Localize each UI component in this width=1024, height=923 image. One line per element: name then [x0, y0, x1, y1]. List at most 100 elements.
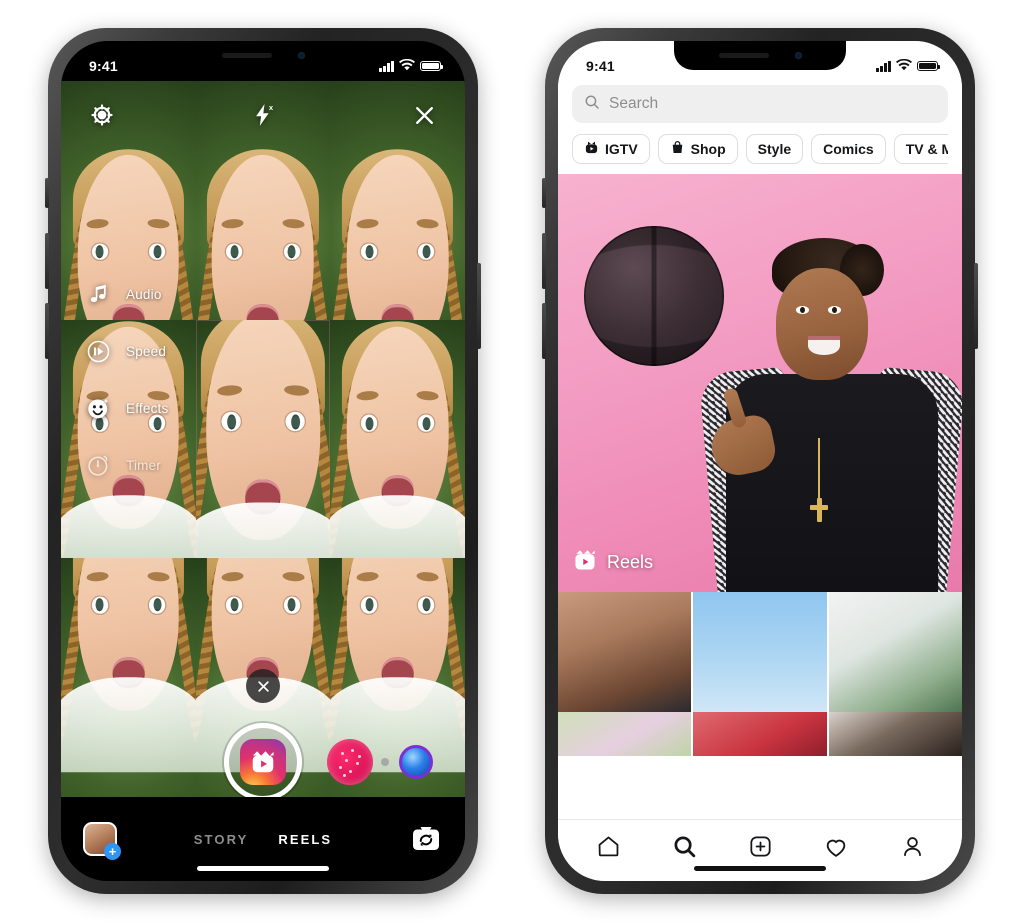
status-time: 9:41 [89, 58, 118, 74]
shopping-bag-icon [670, 140, 685, 158]
chip-igtv[interactable]: IGTV [572, 134, 650, 164]
chip-label: Shop [690, 141, 726, 157]
flash-off-icon[interactable]: x [248, 100, 278, 130]
earpiece-speaker [221, 53, 272, 58]
speed-icon [83, 336, 113, 366]
battery-icon [420, 60, 444, 72]
tool-label-timer: Timer [126, 457, 161, 473]
tool-label-speed: Speed [126, 343, 167, 359]
grid-thumb-flowers[interactable] [558, 712, 692, 756]
igtv-icon [584, 140, 599, 158]
phone-left-screen: x Audio Speed Effects Timer + STORY REEL… [61, 41, 465, 881]
volume-up-button[interactable] [542, 233, 546, 289]
earpiece-speaker [718, 53, 769, 58]
search-icon [584, 94, 600, 115]
hearts-effect-thumbnail[interactable] [327, 739, 373, 785]
tool-label-audio: Audio [126, 286, 162, 302]
reels-badge-label: Reels [607, 552, 654, 572]
chip-tv-and-movies[interactable]: TV & Movie [893, 134, 948, 164]
mode-tab-reels[interactable]: REELS [278, 832, 332, 847]
explore-featured-reel[interactable]: Reels [558, 174, 962, 592]
orb-effect-thumbnail[interactable] [399, 745, 433, 779]
nav-home[interactable] [593, 832, 623, 862]
search-input[interactable]: Search [572, 85, 948, 123]
person-graphic [698, 232, 962, 592]
explore-grid-row-2 [558, 712, 962, 756]
grid-thumb-glitter-hand[interactable] [693, 592, 827, 712]
gallery-add-badge: + [104, 843, 121, 860]
status-indicators [876, 58, 941, 74]
mute-switch[interactable] [542, 178, 546, 208]
mute-switch[interactable] [45, 178, 49, 208]
reels-camera-screen: x Audio Speed Effects Timer + STORY REEL… [61, 41, 465, 881]
tool-audio[interactable]: Audio [83, 279, 168, 309]
gallery-thumbnail[interactable]: + [83, 822, 121, 860]
nav-create[interactable] [745, 832, 775, 862]
chip-shop[interactable]: Shop [657, 134, 738, 164]
mode-tab-story[interactable]: STORY [194, 832, 249, 847]
front-camera-dot [297, 52, 305, 59]
screenshot-stage: x Audio Speed Effects Timer + STORY REEL… [0, 0, 1024, 923]
volume-up-button[interactable] [45, 233, 49, 289]
reels-clapper-icon [572, 547, 598, 578]
effect-carousel-pip [381, 758, 389, 766]
battery-icon [917, 60, 941, 72]
device-notch [177, 41, 349, 70]
phone-left-reels-camera: x Audio Speed Effects Timer + STORY REEL… [45, 28, 481, 894]
nav-profile[interactable] [897, 832, 927, 862]
smiley-sparkle-icon [83, 393, 113, 423]
tool-label-effects: Effects [126, 400, 169, 416]
grid-thumb-red-fabric[interactable] [693, 712, 827, 756]
explore-screen: Search IGTV Shop Style Comics TV & M Ree… [558, 41, 962, 881]
reels-capture-button[interactable] [224, 723, 302, 801]
timer-icon [83, 450, 113, 480]
power-button[interactable] [477, 263, 481, 349]
basketball-graphic [584, 226, 724, 366]
chip-label: IGTV [605, 141, 638, 157]
shutter-and-effects-row [61, 719, 465, 805]
tool-timer[interactable]: Timer [83, 450, 168, 480]
phone-right-explore: Search IGTV Shop Style Comics TV & M Ree… [542, 28, 978, 894]
svg-text:x: x [269, 103, 274, 112]
chip-style[interactable]: Style [745, 134, 804, 164]
reels-badge: Reels [572, 547, 653, 578]
status-time: 9:41 [586, 58, 615, 74]
power-button[interactable] [974, 263, 978, 349]
settings-gear-icon[interactable] [87, 100, 117, 130]
chip-label: TV & Movie [905, 141, 948, 157]
chip-comics[interactable]: Comics [811, 134, 886, 164]
grid-thumb-dark-portrait[interactable] [828, 712, 962, 756]
phone-right-screen: Search IGTV Shop Style Comics TV & M Ree… [558, 41, 962, 881]
chip-label: Comics [823, 141, 874, 157]
grid-thumb-people-desk[interactable] [558, 592, 692, 712]
front-camera-dot [794, 52, 802, 59]
signal-bars-icon [876, 60, 891, 72]
chip-label: Style [757, 141, 792, 157]
clear-effect-button[interactable] [246, 669, 280, 703]
volume-down-button[interactable] [45, 303, 49, 359]
music-note-icon [83, 279, 113, 309]
volume-down-button[interactable] [542, 303, 546, 359]
nav-activity[interactable] [821, 832, 851, 862]
flip-camera-icon[interactable] [409, 823, 443, 855]
home-indicator-left[interactable] [197, 866, 329, 871]
explore-content: Reels [558, 174, 962, 819]
wifi-icon [399, 58, 415, 74]
tool-speed[interactable]: Speed [83, 336, 168, 366]
reels-clapper-icon [240, 739, 286, 785]
bottom-navigation-bar [558, 819, 962, 881]
explore-category-chips: IGTV Shop Style Comics TV & M [572, 123, 948, 174]
nav-search[interactable] [669, 832, 699, 862]
home-indicator-right[interactable] [694, 866, 826, 871]
camera-mode-tabs: STORY REELS [117, 832, 409, 847]
status-indicators [379, 58, 444, 74]
wifi-icon [896, 58, 912, 74]
close-icon[interactable] [409, 100, 439, 130]
camera-tools-menu: Audio Speed Effects Timer [83, 279, 168, 480]
explore-grid-row-1 [558, 592, 962, 712]
search-placeholder: Search [609, 95, 659, 112]
grid-thumb-fashion-person[interactable] [828, 592, 962, 712]
signal-bars-icon [379, 60, 394, 72]
camera-top-controls: x [61, 93, 465, 137]
tool-effects[interactable]: Effects [83, 393, 168, 423]
